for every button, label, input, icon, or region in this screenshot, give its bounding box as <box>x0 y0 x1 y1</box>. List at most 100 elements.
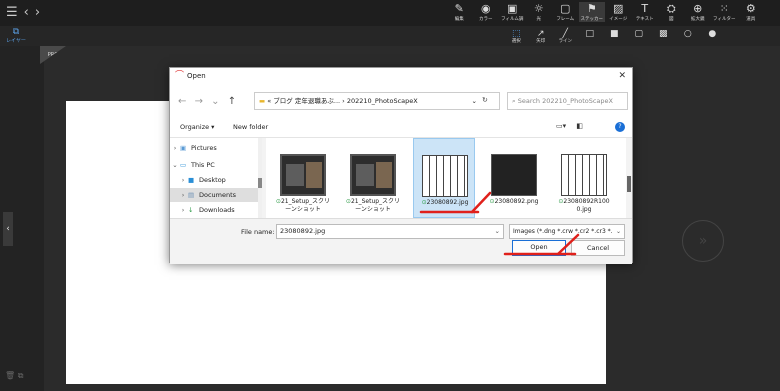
tool-label: 道具 <box>746 17 756 22</box>
preview-pane-icon[interactable]: ◧ <box>576 122 583 130</box>
tool-icon: ⚑ <box>586 2 597 15</box>
trash-icon[interactable]: 🗑 <box>5 371 15 380</box>
breadcrumb-0[interactable]: ブログ <box>273 97 293 105</box>
file-item[interactable]: ⊙21_Setup_スクリ ーンショット <box>342 138 404 218</box>
line-tool[interactable]: ╱ ライン <box>553 29 578 44</box>
line-label: ライン <box>558 39 573 44</box>
rounded-square-outline-icon: ▢ <box>634 29 643 39</box>
file-item[interactable]: ⊙23080892R100 0.jpg <box>553 138 615 218</box>
tool-icon: ⚙ <box>745 2 756 15</box>
cancel-button[interactable]: Cancel <box>571 240 625 256</box>
back-icon[interactable]: ‹ <box>24 5 35 20</box>
address-dropdown-icon[interactable]: ⌄ <box>472 93 477 109</box>
file-name: ⊙23080892R100 0.jpg <box>558 198 610 213</box>
nav-item-this-pc[interactable]: ⌄ ▭ This PC <box>170 158 258 172</box>
command-bar: Organize ▾ New folder ▭▾ ◧ ? <box>170 118 632 138</box>
select-tool[interactable]: ⬚ 選択 <box>504 29 529 44</box>
tool-label: カラー <box>479 17 493 22</box>
back-arrow-icon[interactable]: ← <box>178 96 186 107</box>
filename-value: 23080892.jpg <box>280 227 326 235</box>
nav-scroll-thumb[interactable] <box>258 178 262 188</box>
tool-tab-0[interactable]: ✎ 編集 <box>446 2 473 22</box>
nav-item-pictures[interactable]: › ▣ Pictures <box>170 141 258 155</box>
tool-icon: ⛭ <box>666 2 676 15</box>
tool-tab-11[interactable]: ⚙ 道具 <box>738 2 765 22</box>
tool-icon: ✎ <box>454 2 464 15</box>
tool-tab-2[interactable]: ▣ フィルム調 <box>499 2 526 22</box>
tool-tab-3[interactable]: ☼ 光 <box>526 2 553 22</box>
forward-arrow-icon[interactable]: → <box>195 96 203 107</box>
view-options-icon[interactable]: ▭▾ <box>556 122 566 130</box>
round-rect-outline-tool[interactable]: ▢ <box>627 29 652 44</box>
circle-outline-icon: ○ <box>683 29 692 39</box>
chevron-right-icon: › <box>181 206 185 214</box>
file-item-selected[interactable]: ⊙23080892.jpg <box>413 138 475 218</box>
nav-item-downloads[interactable]: › ↓ Downloads <box>178 203 266 217</box>
circle-outline-tool[interactable]: ○ <box>676 29 701 44</box>
help-icon[interactable]: ? <box>615 122 625 132</box>
tool-icon: ☼ <box>533 2 544 15</box>
search-box[interactable]: ⌕ Search 202210_PhotoScapeX <box>507 92 628 110</box>
nav-item-desktop[interactable]: › ■ Desktop <box>178 173 266 187</box>
breadcrumb-2[interactable]: 202210_PhotoScapeX <box>347 97 418 105</box>
file-name: ⊙21_Setup_スクリ ーンショット <box>275 198 331 213</box>
tool-label: フレーム <box>556 17 575 22</box>
tool-tab-1[interactable]: ◉ カラー <box>473 2 500 22</box>
tool-icon: T <box>641 2 649 15</box>
new-folder-button[interactable]: New folder <box>233 123 268 131</box>
nav-scrollbar[interactable] <box>258 138 262 218</box>
rect-outline-tool[interactable]: □ <box>578 29 603 44</box>
recent-chevron-icon[interactable]: ⌄ <box>211 96 219 107</box>
computer-icon: ▭ <box>180 161 187 169</box>
more-path-icon: « <box>267 97 272 105</box>
menu-icon[interactable]: ☰ <box>6 5 24 20</box>
dialog-title: Open <box>187 72 206 80</box>
file-scroll-thumb[interactable] <box>627 176 631 192</box>
circle-fill-tool[interactable]: ● <box>700 29 725 44</box>
file-thumbnail <box>491 154 537 196</box>
tool-tab-4[interactable]: ▢ フレーム <box>552 2 579 22</box>
square-outline-icon: □ <box>585 29 594 39</box>
tool-label: 図 <box>669 17 674 22</box>
organize-button[interactable]: Organize ▾ <box>180 123 214 131</box>
file-scrollbar[interactable] <box>626 138 632 218</box>
filename-input[interactable]: 23080892.jpg ⌄ <box>276 224 504 239</box>
panel-collapse-tab[interactable]: ‹ <box>3 212 13 246</box>
filetype-select[interactable]: Images (*.dng *.crw *.cr2 *.cr3 *. ⌄ <box>509 224 625 239</box>
round-rect-fill-tool[interactable]: ▩ <box>651 29 676 44</box>
tool-icon: ▢ <box>560 2 571 15</box>
up-arrow-icon[interactable]: ↑ <box>228 96 236 107</box>
nav-buttons: ☰‹› <box>6 5 46 20</box>
file-item[interactable]: ⊙21_Setup_スクリ ーンショット <box>272 138 334 218</box>
close-icon[interactable]: ✕ <box>618 71 626 81</box>
pictures-icon: ▣ <box>180 144 187 152</box>
file-item[interactable]: ⊙23080892.png <box>483 138 545 218</box>
address-bar[interactable]: ▬ « ブログ 定年退職あぶ... › 202210_PhotoScapeX ⌄ <box>254 92 500 110</box>
tool-tab-7[interactable]: T テキスト <box>632 2 659 22</box>
history-buttons: ← → ⌄ ↑ <box>178 96 236 107</box>
tool-tab-8[interactable]: ⛭ 図 <box>658 2 685 22</box>
open-button[interactable]: Open <box>512 240 566 256</box>
arrow-tool[interactable]: ↗ 矢印 <box>529 29 554 44</box>
tool-icon: ◉ <box>480 2 491 15</box>
refresh-icon[interactable]: ↻ <box>482 96 488 104</box>
file-thumbnail <box>422 155 468 197</box>
forward-icon[interactable]: › <box>35 5 46 20</box>
tool-tab-10[interactable]: ⁙ フィルター <box>711 2 738 22</box>
tool-icon: ▨ <box>613 2 624 15</box>
copy-icon[interactable]: ⧉ <box>18 371 24 380</box>
separator-icon: › <box>342 97 345 105</box>
select-label: 選択 <box>511 39 521 44</box>
open-file-dialog: ⌒ Open ✕ ← → ⌄ ↑ ▬ « ブログ 定年退職あぶ... › 202… <box>169 67 633 264</box>
rect-fill-tool[interactable]: ■ <box>602 29 627 44</box>
next-button[interactable]: » <box>682 220 724 262</box>
breadcrumb-1[interactable]: 定年退職あぶ... <box>295 97 340 105</box>
tool-label: フィルター <box>713 17 736 22</box>
layer-button[interactable]: ⧉ レイヤー <box>6 27 26 45</box>
nav-item-documents[interactable]: › ▤ Documents <box>170 188 258 202</box>
chevron-down-icon[interactable]: ⌄ <box>495 225 500 238</box>
dialog-titlebar: ⌒ Open ✕ <box>170 68 632 86</box>
tool-tab-9[interactable]: ⊕ 拡大鏡 <box>685 2 712 22</box>
tool-tab-6[interactable]: ▨ イメージ <box>605 2 632 22</box>
tool-tab-5[interactable]: ⚑ ステッカー <box>578 2 605 22</box>
